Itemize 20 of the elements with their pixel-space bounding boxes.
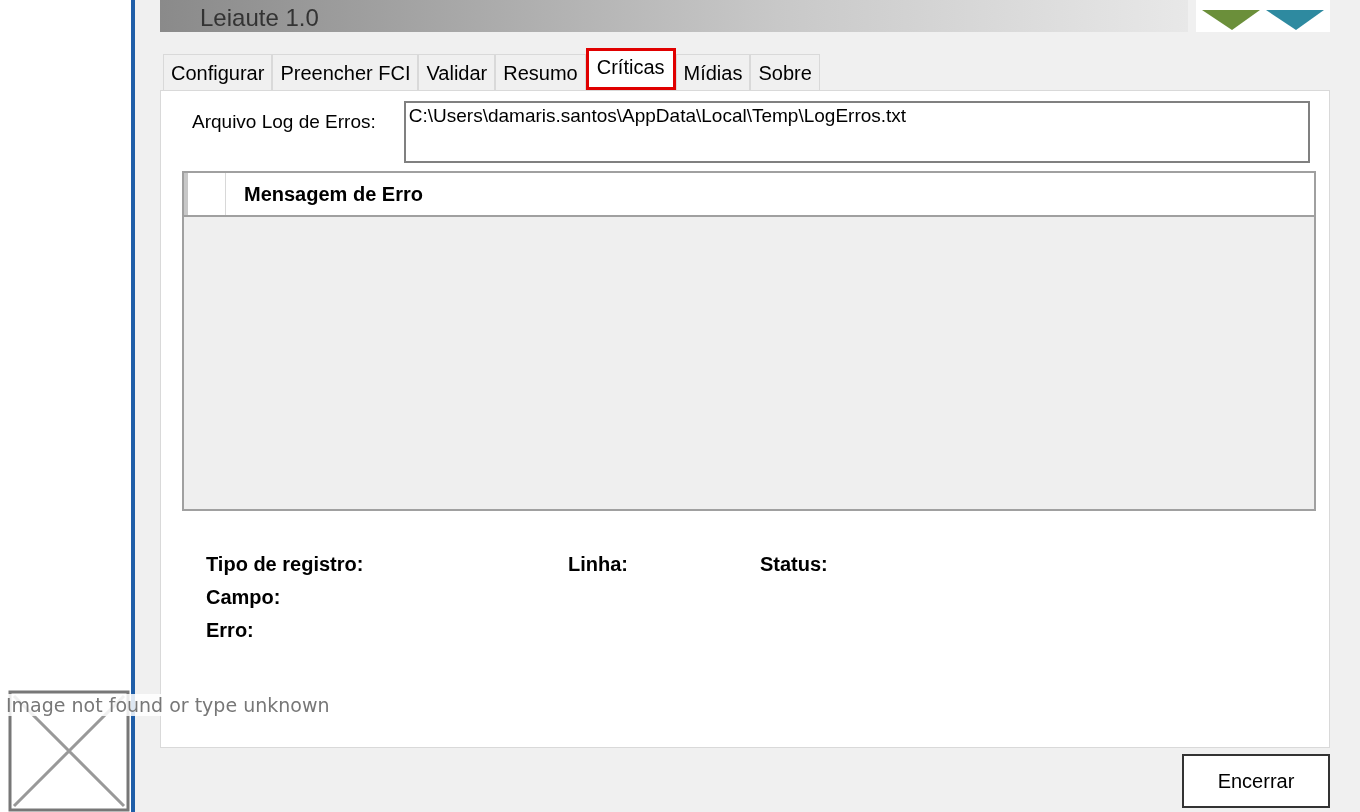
column-header: Mensagem de Erro <box>243 181 424 207</box>
tab[interactable]: Sobre <box>750 54 820 90</box>
detail-label: Erro: <box>206 619 255 642</box>
tab[interactable]: Mídias <box>675 54 751 90</box>
window-title: Leiaute 1.0 <box>200 4 319 32</box>
detail-label: Status: <box>760 553 829 576</box>
log-file-field[interactable]: C:\Users\damaris.santos\AppData\Local\Temp\LogErros.txt <box>403 101 1310 163</box>
tab[interactable]: Preencher FCI <box>272 54 419 90</box>
tab[interactable]: Validar <box>418 54 496 90</box>
tab[interactable]: Configurar <box>163 54 273 90</box>
close-button[interactable]: Encerrar <box>1182 754 1330 808</box>
tab[interactable]: Críticas <box>585 48 676 90</box>
logo-icon <box>1196 0 1330 32</box>
field-label: Arquivo Log de Erros: <box>192 111 376 133</box>
row-header <box>184 173 226 215</box>
alt-text: Image not found or type unknown <box>6 694 330 716</box>
tab[interactable]: Resumo <box>495 54 586 90</box>
detail-label: Campo: <box>206 586 282 609</box>
detail-label: Linha: <box>568 553 629 576</box>
detail-label: Tipo de registro: <box>206 553 365 576</box>
